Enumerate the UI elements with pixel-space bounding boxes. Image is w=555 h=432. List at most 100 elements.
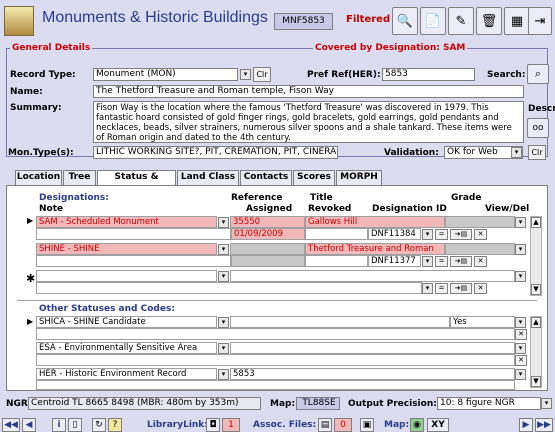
prev-record-button[interactable]: ◀	[22, 418, 36, 432]
new-reference-cell[interactable]	[230, 270, 515, 282]
tab-tree[interactable]: Tree	[63, 170, 96, 185]
new-note-cell[interactable]	[36, 282, 422, 294]
status-code-cell[interactable]: SHICA - SHINE Candidate	[36, 316, 217, 328]
scroll-up-icon[interactable]: ▲	[531, 317, 541, 328]
precision-select[interactable]: 10: 8 figure NGR	[437, 397, 541, 410]
equals-button[interactable]: =	[435, 283, 448, 294]
status-extra-cell[interactable]: Yes	[450, 316, 515, 328]
tab-contacts[interactable]: Contacts	[240, 170, 292, 185]
assigned-cell[interactable]: 01/09/2009	[231, 228, 305, 240]
reference-cell[interactable]	[230, 243, 305, 255]
record-type-dropdown[interactable]: ▾	[240, 69, 251, 80]
status-code-cell[interactable]: ESA - Environmentally Sensitive Area	[36, 342, 217, 354]
status-extra-dropdown[interactable]: ▾	[515, 343, 526, 354]
view-designation-button[interactable]: ➔▤	[450, 283, 472, 294]
status-note-cell[interactable]	[36, 354, 515, 366]
grade-dropdown[interactable]: ▾	[515, 217, 526, 228]
scroll-down-icon[interactable]: ▼	[531, 376, 541, 387]
tab-morph[interactable]: MORPH	[336, 170, 382, 185]
designation-id-dropdown[interactable]: ▾	[422, 256, 433, 267]
note-cell[interactable]	[36, 228, 231, 240]
assoc-files-button[interactable]: ▤	[318, 418, 332, 432]
search-record-button[interactable]: 🔍	[392, 7, 418, 35]
status-code-dropdown[interactable]: ▾	[218, 317, 229, 328]
status-code-dropdown[interactable]: ▾	[218, 343, 229, 354]
delete-row-button[interactable]: ✕	[474, 256, 487, 267]
assigned-cell[interactable]	[231, 255, 305, 267]
designation-type-cell[interactable]: SHINE - SHINE	[36, 243, 217, 255]
grade-cell[interactable]	[445, 216, 515, 228]
title-cell[interactable]: Thetford Treasure and Roman	[305, 243, 445, 255]
new-record-button[interactable]: 📄	[420, 7, 446, 35]
grade-dropdown[interactable]: ▾	[515, 244, 526, 255]
delete-record-button[interactable]: 🗑	[476, 7, 502, 35]
next-record-button[interactable]: ▶	[519, 418, 533, 432]
scroll-up-icon[interactable]: ▲	[531, 217, 541, 228]
status-value-cell[interactable]	[230, 316, 450, 328]
first-record-button[interactable]: ◀◀	[2, 418, 20, 432]
status-value-cell[interactable]	[230, 342, 515, 354]
equals-button[interactable]: =	[435, 256, 448, 267]
designation-type-dropdown[interactable]: ▾	[218, 217, 229, 228]
status-value-cell[interactable]: 5853	[230, 368, 515, 380]
equals-button[interactable]: =	[435, 229, 448, 240]
delete-status-button[interactable]: ✕	[515, 355, 527, 366]
validation-dropdown[interactable]: ▾	[511, 147, 522, 158]
delete-status-button[interactable]: ✕	[515, 329, 527, 340]
new-designation-cell[interactable]	[36, 270, 217, 282]
designation-id-cell[interactable]: DNF11377	[368, 255, 421, 267]
xy-button[interactable]: XY	[427, 418, 449, 432]
info-button[interactable]: i	[52, 418, 66, 432]
status-extra-dropdown[interactable]: ▾	[515, 317, 526, 328]
library-link-button[interactable]: ◘	[206, 418, 220, 432]
view-description-button[interactable]: oo	[527, 118, 549, 138]
last-record-button[interactable]: ▶▶	[535, 418, 553, 432]
designation-type-cell[interactable]: SAM - Scheduled Monument	[36, 216, 217, 228]
revoked-cell[interactable]	[305, 255, 368, 267]
name-field[interactable]: The Thetford Treasure and Roman temple, …	[93, 85, 524, 98]
reference-cell[interactable]: 35550	[230, 216, 305, 228]
pref-ref-field[interactable]: 5853	[382, 68, 475, 81]
view-designation-button[interactable]: ➔▤	[450, 256, 472, 267]
status-extra-dropdown[interactable]: ▾	[515, 369, 526, 380]
note-cell[interactable]	[36, 255, 231, 267]
status-code-dropdown[interactable]: ▾	[218, 369, 229, 380]
title-cell[interactable]: Gallows Hill	[305, 216, 445, 228]
row-selector[interactable]: ▶	[27, 216, 35, 225]
new-id-dropdown[interactable]: ▾	[422, 283, 433, 294]
grade-cell[interactable]	[445, 243, 515, 255]
precision-dropdown[interactable]: ▾	[541, 398, 552, 409]
designation-id-cell[interactable]: DNF11384	[368, 228, 421, 240]
help-button[interactable]: ?	[108, 418, 122, 432]
binocular-search-button[interactable]: ⌕	[527, 64, 549, 84]
designation-id-dropdown[interactable]: ▾	[422, 229, 433, 240]
delete-row-button[interactable]: ✕	[474, 283, 487, 294]
record-type-select[interactable]: Monument (MON)	[93, 68, 238, 81]
tab-location[interactable]: Location	[15, 170, 62, 185]
validation-clear-button[interactable]: Clr	[528, 145, 546, 160]
status-note-cell[interactable]	[36, 380, 515, 390]
assoc-add-button[interactable]: ▣	[360, 418, 374, 432]
summary-textarea[interactable]: Fison Way is the location where the famo…	[93, 101, 524, 143]
new-designation-dropdown[interactable]: ▾	[218, 271, 229, 282]
tab-status-codes[interactable]: Status & Codes	[97, 170, 176, 195]
new-page-button[interactable]: ▯	[68, 418, 82, 432]
statuses-scrollbar[interactable]: ▲ ▼	[530, 316, 542, 388]
tab-scores[interactable]: Scores	[293, 170, 335, 185]
row-selector[interactable]: ▶	[27, 317, 33, 326]
scroll-down-icon[interactable]: ▼	[531, 284, 541, 295]
revoked-cell[interactable]	[305, 228, 368, 240]
mon-types-field[interactable]: LITHIC WORKING SITE?, PIT, CREMATION, PI…	[93, 146, 338, 159]
record-type-clear-button[interactable]: Clr	[253, 67, 271, 82]
tab-land-class[interactable]: Land Class	[177, 170, 239, 185]
refresh-button[interactable]: ↻	[92, 418, 106, 432]
status-note-cell[interactable]	[36, 328, 515, 340]
report-button[interactable]: ▦	[504, 7, 530, 35]
edit-record-button[interactable]: ✎	[448, 7, 474, 35]
designations-scrollbar[interactable]: ▲ ▼	[530, 216, 542, 296]
status-code-cell[interactable]: HER - Historic Environment Record	[36, 368, 217, 380]
delete-row-button[interactable]: ✕	[474, 229, 487, 240]
globe-map-button[interactable]: ◉	[410, 418, 424, 432]
designation-type-dropdown[interactable]: ▾	[218, 244, 229, 255]
exit-button[interactable]: ⇥	[528, 7, 552, 35]
